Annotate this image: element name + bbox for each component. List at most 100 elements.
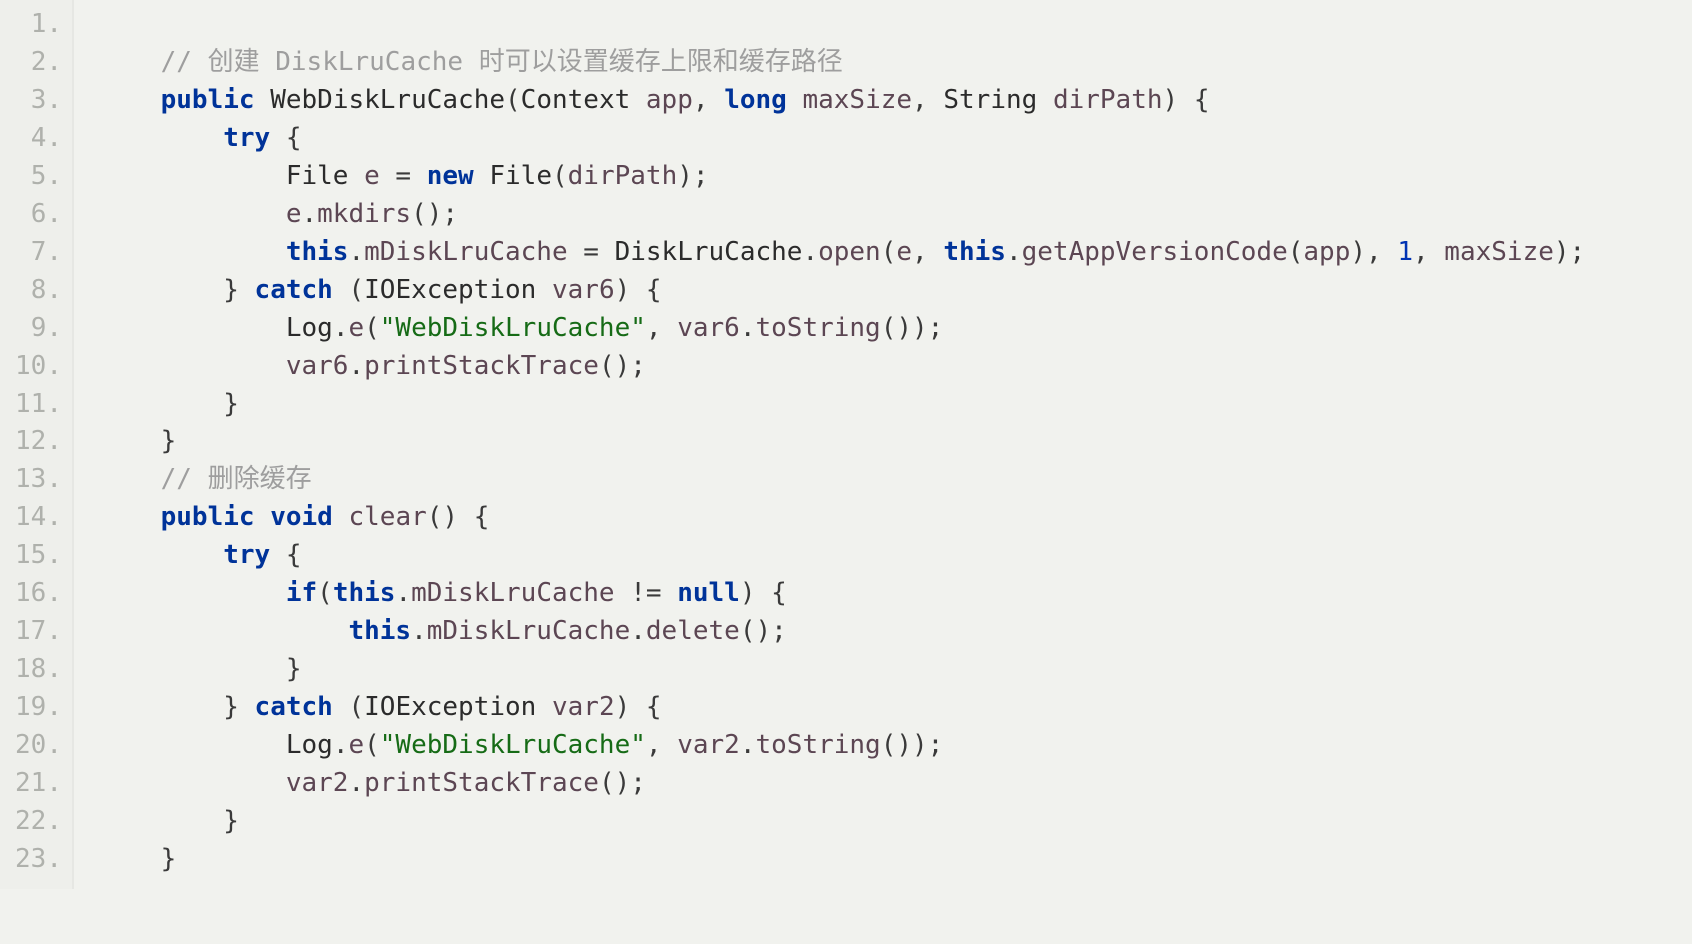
token-kw: public <box>161 502 255 532</box>
token-str: "WebDiskLruCache" <box>380 730 646 760</box>
code-line: try { <box>98 120 1682 158</box>
line-number: 2. <box>0 44 66 82</box>
token-ident: maxSize <box>802 85 912 115</box>
line-number: 11. <box>0 386 66 424</box>
line-number: 20. <box>0 727 66 765</box>
token-str: "WebDiskLruCache" <box>380 313 646 343</box>
line-number: 4. <box>0 120 66 158</box>
token-pun: != <box>615 578 678 608</box>
token-pun: = <box>380 161 427 191</box>
token-ident: mDiskLruCache <box>411 578 615 608</box>
token-kw: this <box>286 237 349 267</box>
code-content[interactable]: // 创建 DiskLruCache 时可以设置缓存上限和缓存路径 public… <box>74 0 1692 889</box>
token-pun: . <box>348 237 364 267</box>
token-pun: = <box>568 237 615 267</box>
token-ident: clear <box>348 502 426 532</box>
token-pun: () { <box>427 502 490 532</box>
token-type: File <box>489 161 552 191</box>
token-pun: ) { <box>615 692 662 722</box>
token-pun: . <box>348 768 364 798</box>
token-pun: , <box>912 237 943 267</box>
code-line: } <box>98 803 1682 841</box>
token-pun: ( <box>881 237 897 267</box>
token-type: IOException <box>364 692 536 722</box>
token-ident: mkdirs <box>317 199 411 229</box>
token-ident: var2 <box>552 692 615 722</box>
token-ident: app <box>1303 237 1350 267</box>
token-ident: var2 <box>677 730 740 760</box>
line-number: 9. <box>0 310 66 348</box>
token-kw: if <box>286 578 317 608</box>
token-pun: . <box>333 313 349 343</box>
token-ident: delete <box>646 616 740 646</box>
token-ident: open <box>818 237 881 267</box>
token-ident: e <box>896 237 912 267</box>
line-number: 13. <box>0 461 66 499</box>
token-ident: dirPath <box>568 161 678 191</box>
code-line: public WebDiskLruCache(Context app, long… <box>98 82 1682 120</box>
line-number: 6. <box>0 196 66 234</box>
code-line <box>98 6 1682 44</box>
token-pun: { <box>270 123 301 153</box>
token-pun: ( <box>552 161 568 191</box>
token-ident: getAppVersionCode <box>1022 237 1288 267</box>
token-pun: } <box>223 806 239 836</box>
token-pun: , <box>912 85 943 115</box>
token-kw: catch <box>255 692 333 722</box>
line-number: 16. <box>0 575 66 613</box>
token-pun: , <box>1413 237 1444 267</box>
token-ident: var6 <box>286 351 349 381</box>
code-line: } <box>98 651 1682 689</box>
code-line: if(this.mDiskLruCache != null) { <box>98 575 1682 613</box>
token-ident: dirPath <box>1053 85 1163 115</box>
token-ident: e <box>348 730 364 760</box>
token-ident: app <box>646 85 693 115</box>
token-type: String <box>943 85 1037 115</box>
token-pun: ( <box>333 275 364 305</box>
token-pun: . <box>333 730 349 760</box>
code-line: File e = new File(dirPath); <box>98 158 1682 196</box>
token-kw: this <box>943 237 1006 267</box>
code-line: e.mkdirs(); <box>98 196 1682 234</box>
line-number: 14. <box>0 499 66 537</box>
token-type: DiskLruCache <box>615 237 803 267</box>
code-line: } <box>98 841 1682 879</box>
token-kw: public <box>161 85 255 115</box>
token-pun: . <box>1006 237 1022 267</box>
code-line: var6.printStackTrace(); <box>98 348 1682 386</box>
token-ident: mDiskLruCache <box>427 616 631 646</box>
token-pun: . <box>740 313 756 343</box>
line-number: 10. <box>0 348 66 386</box>
line-number: 3. <box>0 82 66 120</box>
line-number: 15. <box>0 537 66 575</box>
code-line: public void clear() { <box>98 499 1682 537</box>
code-line: } catch (IOException var2) { <box>98 689 1682 727</box>
code-line: var2.printStackTrace(); <box>98 765 1682 803</box>
line-number: 19. <box>0 689 66 727</box>
token-pun: } <box>223 389 239 419</box>
token-pun: ()); <box>881 730 944 760</box>
token-type: File <box>286 161 349 191</box>
token-kw: this <box>333 578 396 608</box>
token-null: null <box>677 578 740 608</box>
token-pun: . <box>411 616 427 646</box>
code-block: 1.2.3.4.5.6.7.8.9.10.11.12.13.14.15.16.1… <box>0 0 1692 889</box>
code-line: try { <box>98 537 1682 575</box>
token-pun: ( <box>333 692 364 722</box>
token-pun: ( <box>1288 237 1304 267</box>
token-pun: (); <box>599 351 646 381</box>
code-line: } catch (IOException var6) { <box>98 272 1682 310</box>
token-pun: ) { <box>740 578 787 608</box>
token-pun: ( <box>364 313 380 343</box>
token-ident: printStackTrace <box>364 768 599 798</box>
line-number: 5. <box>0 158 66 196</box>
token-pun: { <box>270 540 301 570</box>
token-kw: new <box>427 161 474 191</box>
token-pun: } <box>286 654 302 684</box>
token-ident: mDiskLruCache <box>364 237 568 267</box>
token-pun: } <box>161 426 177 456</box>
token-pun: ( <box>317 578 333 608</box>
code-line: Log.e("WebDiskLruCache", var2.toString()… <box>98 727 1682 765</box>
token-num: 1 <box>1397 237 1413 267</box>
token-pun: } <box>223 275 254 305</box>
